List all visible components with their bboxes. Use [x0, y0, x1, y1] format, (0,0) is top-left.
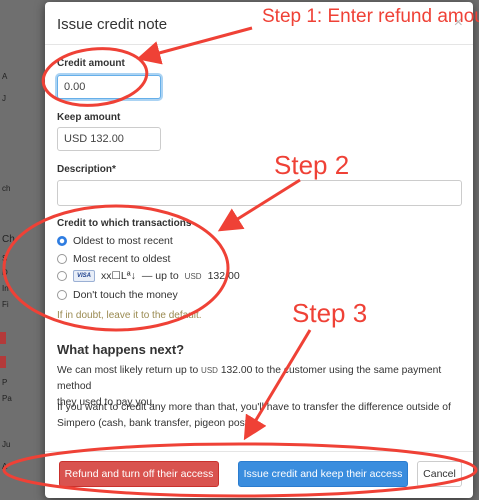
keep-amount-field: USD 132.00 [57, 127, 161, 151]
header-divider [45, 44, 473, 45]
background-text: A [2, 72, 8, 81]
step1-annotation: Step 1: Enter refund amount [262, 6, 479, 27]
transactions-label: Credit to which transactions [57, 218, 192, 229]
radio-label: Don't touch the money [73, 289, 178, 301]
background-text: Fi [2, 300, 9, 309]
radio-card-transaction[interactable]: VISA xx☐Lª↓ — up to USD 132.00 [57, 270, 240, 282]
amount: 132.00 [207, 270, 240, 282]
cancel-button[interactable]: Cancel [417, 461, 462, 487]
default-hint: If in doubt, leave it to the default. [57, 310, 202, 321]
background-badge [0, 332, 6, 344]
background-text: A [2, 462, 8, 471]
background-badge [0, 356, 6, 368]
description-label: Description* [57, 164, 116, 175]
background-text: Ju [2, 440, 11, 449]
radio-label: Oldest to most recent [73, 235, 173, 247]
text: If you want to credit any more than that… [57, 402, 451, 413]
background-text: In [2, 284, 9, 293]
step3-annotation: Step 3 [292, 298, 368, 328]
background-text: S [2, 254, 8, 263]
background-text: J [2, 94, 6, 103]
credit-amount-label: Credit amount [57, 58, 125, 69]
description-input[interactable] [57, 180, 462, 206]
step2-annotation: Step 2 [274, 150, 350, 180]
radio-label: Most recent to oldest [73, 253, 171, 265]
text: We can most likely return up to [57, 365, 199, 376]
issue-credit-keep-access-button[interactable]: Issue credit and keep their access [238, 461, 408, 487]
transfer-explanation: If you want to credit any more than that… [57, 400, 462, 432]
background-text: Ch [2, 234, 15, 245]
radio-selected-icon[interactable] [57, 236, 67, 246]
background-text: D [2, 268, 8, 277]
radio-dont-touch-money[interactable]: Don't touch the money [57, 289, 178, 301]
footer-divider [45, 451, 473, 452]
radio-label: — up to [141, 270, 179, 282]
background-text: ch [2, 184, 11, 193]
card-masked-number: xx☐Lª↓ [101, 270, 136, 282]
what-happens-heading: What happens next? [57, 342, 185, 357]
radio-recent-to-oldest[interactable]: Most recent to oldest [57, 253, 170, 265]
currency-code: USD [184, 271, 202, 281]
background-text: P [2, 378, 8, 387]
radio-icon[interactable] [57, 254, 67, 264]
radio-icon[interactable] [57, 271, 67, 281]
issue-credit-dialog: Issue credit note × Credit amount Keep a… [45, 2, 473, 498]
visa-card-icon: VISA [73, 270, 95, 282]
credit-amount-input[interactable] [57, 75, 161, 99]
currency-code: USD [201, 366, 218, 375]
keep-amount-label: Keep amount [57, 112, 121, 123]
background-text: Pa [2, 394, 12, 403]
radio-oldest-to-recent[interactable]: Oldest to most recent [57, 235, 173, 247]
refund-and-turn-off-access-button[interactable]: Refund and turn off their access [59, 461, 219, 487]
text: Simpero (cash, bank transfer, pigeon pos… [57, 418, 252, 429]
dialog-title: Issue credit note [57, 16, 168, 33]
radio-icon[interactable] [57, 290, 67, 300]
